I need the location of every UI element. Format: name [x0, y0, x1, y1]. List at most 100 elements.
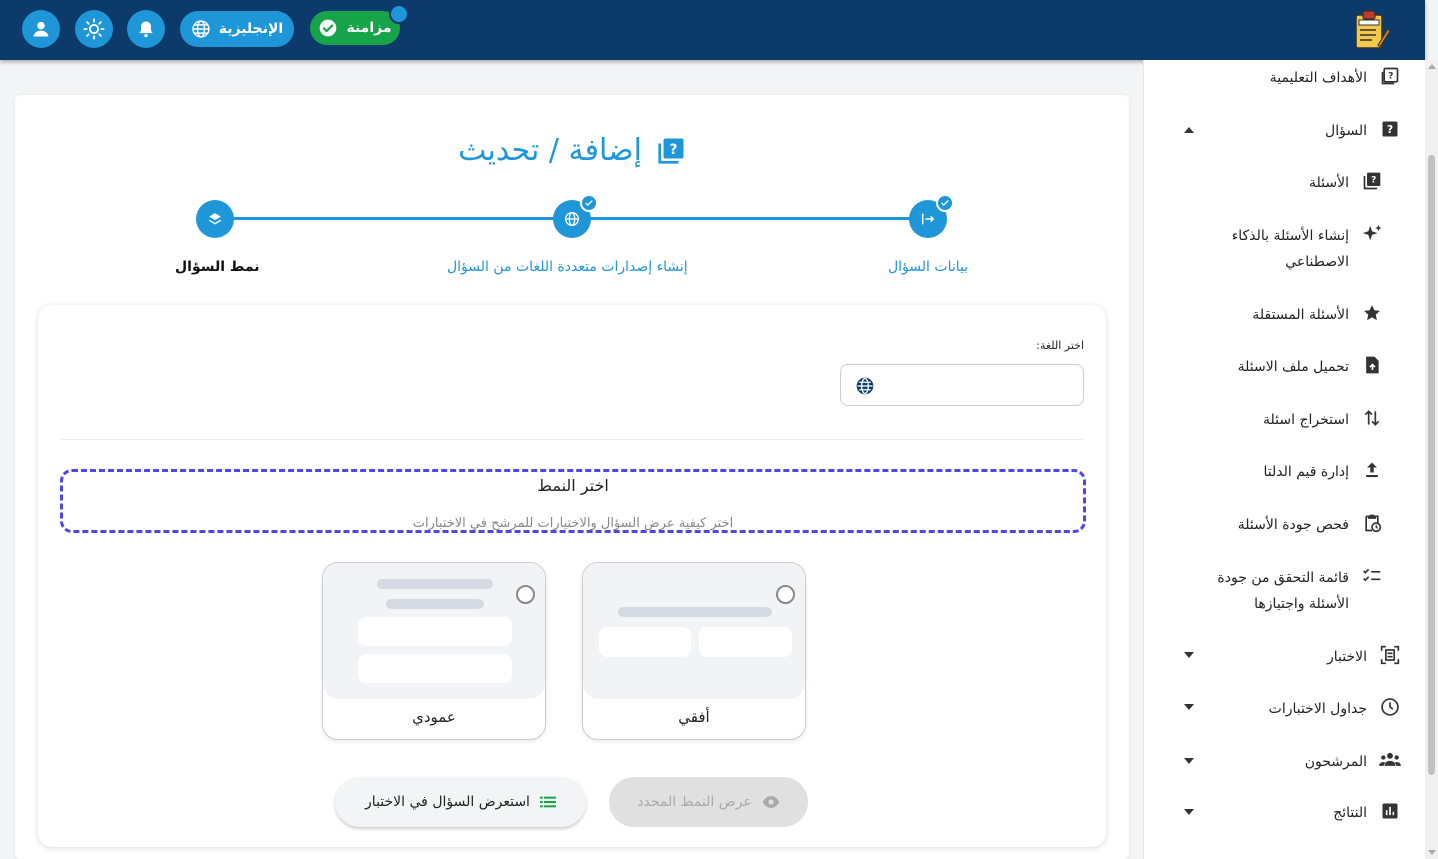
sidebar-item-question[interactable]: ? السؤال: [1325, 118, 1401, 144]
sidebar-item-upload-questions-file[interactable]: تحميل ملف الاسئلة: [1238, 354, 1383, 380]
divider: [60, 439, 1084, 440]
preview-bar: [386, 599, 484, 609]
view-selected-pattern-button[interactable]: عرض النمط المحدد: [609, 777, 808, 827]
preview-bar: [618, 607, 772, 617]
chevron-down-icon[interactable]: [1184, 652, 1194, 658]
upload-icon: [1361, 459, 1383, 481]
sidebar-item-ai-questions[interactable]: إنشاء الأسئلة بالذكاء الاصطناعي: [1199, 223, 1383, 275]
scroll-down-icon[interactable]: [1428, 850, 1436, 855]
sidebar-item-label: قائمة التحقق من جودة الأسئلة واجتيازها: [1217, 570, 1349, 612]
login-arrow-icon: [921, 213, 935, 225]
preview-bar: [377, 579, 493, 589]
sidebar-item-label: المرشحون: [1304, 754, 1367, 770]
people-icon: [1379, 749, 1401, 771]
list-icon: [539, 796, 556, 808]
preview-block: [358, 654, 512, 683]
exam-frame-icon: [1379, 644, 1401, 666]
step-completed-check: [936, 194, 954, 212]
sidebar-item-delta-values[interactable]: إدارة قيم الدلتا: [1263, 459, 1383, 485]
top-bar: الإنجليزية مزامنة: [0, 0, 1425, 60]
sidebar-item-results[interactable]: النتائج: [1333, 800, 1401, 826]
user-icon: [33, 21, 49, 37]
step-question-pattern[interactable]: [196, 200, 234, 238]
book-question-icon: ?: [1379, 65, 1401, 87]
step-completed-check: [580, 194, 598, 212]
sparkles-icon: [1361, 223, 1383, 245]
swap-vertical-icon: [1361, 407, 1383, 429]
language-switch-button[interactable]: الإنجليزية: [180, 11, 294, 47]
svg-text:?: ?: [1387, 123, 1393, 136]
pattern-header-box: اختر النمط اختر كيفية عرض السؤال والاختي…: [60, 469, 1086, 533]
globe-icon: [192, 20, 210, 38]
question-box-icon: ?: [1379, 118, 1401, 140]
pattern-title: اختر النمط: [537, 476, 609, 495]
sidebar-item-candidates[interactable]: المرشحون: [1305, 749, 1401, 775]
vertical-preview: [323, 563, 545, 699]
language-select[interactable]: [840, 364, 1084, 406]
sidebar-item-extract-questions[interactable]: استخراج اسئلة: [1263, 407, 1383, 433]
sidebar-item-label: إدارة قيم الدلتا: [1263, 464, 1349, 480]
sidebar-item-label: فحص جودة الأسئلة: [1237, 517, 1349, 533]
sidebar-item-quality-checklist[interactable]: قائمة التحقق من جودة الأسئلة واجتيازها: [1199, 565, 1383, 617]
sidebar-item-label: الأسئلة: [1309, 175, 1349, 191]
horizontal-preview: [583, 563, 805, 699]
page-title: ? إضافة / تحديث: [15, 133, 1129, 168]
view-selected-pattern-label: عرض النمط المحدد: [637, 794, 752, 810]
sidebar-item-label: السؤال: [1325, 123, 1367, 139]
sidebar-item-label: استخراج اسئلة: [1263, 412, 1349, 428]
sidebar: ? الأهداف التعليمية ? السؤال ? الأسئلة إ…: [1143, 60, 1425, 859]
sidebar-item-label: الاختبار: [1326, 649, 1367, 665]
exam-logo-icon[interactable]: [1352, 9, 1390, 51]
pattern-subtitle: اختر كيفية عرض السؤال والاختيارات للمرشح…: [412, 516, 734, 530]
chevron-up-icon[interactable]: [1184, 127, 1194, 133]
pattern-option-vertical[interactable]: عمودي: [322, 562, 546, 740]
sidebar-item-label: الأهداف التعليمية: [1269, 70, 1367, 86]
page-title-text: إضافة / تحديث: [458, 133, 642, 168]
check-icon: [585, 200, 593, 206]
file-upload-icon: [1361, 354, 1383, 376]
bar-chart-icon: [1379, 800, 1401, 822]
sidebar-item-label: جداول الاختبارات: [1268, 701, 1367, 717]
browse-question-in-exam-button[interactable]: استعرض السؤال في الاختبار: [335, 777, 586, 827]
sync-label: مزامنة: [346, 20, 392, 36]
sidebar-item-exam-schedules[interactable]: جداول الاختبارات: [1269, 696, 1401, 722]
check-circle-icon: [320, 19, 337, 37]
check-icon: [941, 200, 949, 206]
globe-icon: [856, 377, 874, 395]
scrollbar-thumb[interactable]: [1428, 155, 1435, 775]
chevron-down-icon[interactable]: [1184, 758, 1194, 764]
notifications-button[interactable]: [127, 10, 165, 48]
sidebar-scrollbar[interactable]: [1425, 60, 1438, 859]
sidebar-item-label: الأسئلة المستقلة: [1252, 307, 1349, 323]
book-question-icon: ?: [658, 138, 684, 164]
language-select-label: اختر اللغة:: [1036, 339, 1084, 352]
sync-button[interactable]: مزامنة: [310, 11, 400, 45]
scroll-up-icon[interactable]: [1428, 64, 1436, 69]
star-icon: [1361, 302, 1383, 324]
radio-vertical[interactable]: [516, 585, 535, 604]
globe-icon: [565, 212, 579, 226]
clock-icon: [1379, 696, 1401, 718]
option-label: أفقي: [678, 708, 710, 726]
sun-icon: [83, 18, 105, 40]
step-label: إنشاء إصدارات متعددة اللغات من السؤال: [447, 259, 688, 275]
chevron-down-icon[interactable]: [1184, 809, 1194, 815]
sidebar-item-learning-objectives[interactable]: ? الأهداف التعليمية: [1270, 65, 1401, 91]
sidebar-item-standalone-questions[interactable]: الأسئلة المستقلة: [1252, 302, 1383, 328]
theme-toggle-button[interactable]: [75, 10, 113, 48]
preview-block: [699, 627, 792, 657]
chevron-down-icon[interactable]: [1184, 704, 1194, 710]
preview-block: [358, 617, 512, 646]
svg-text:?: ?: [669, 142, 677, 158]
radio-horizontal[interactable]: [776, 585, 795, 604]
pattern-form-card: اختر اللغة: اختر النمط اختر كيفية عرض ال…: [38, 305, 1106, 847]
checklist-icon: [1361, 565, 1383, 587]
clipboard-clock-icon: [1361, 512, 1383, 534]
profile-button[interactable]: [22, 10, 60, 48]
sidebar-item-quality-check[interactable]: فحص جودة الأسئلة: [1238, 512, 1383, 538]
pattern-option-horizontal[interactable]: أفقي: [582, 562, 806, 740]
sidebar-item-questions[interactable]: ? الأسئلة: [1309, 170, 1383, 196]
sidebar-item-label: النتائج: [1333, 805, 1367, 821]
sidebar-item-exam[interactable]: الاختبار: [1327, 644, 1401, 670]
option-label: عمودي: [412, 708, 456, 726]
